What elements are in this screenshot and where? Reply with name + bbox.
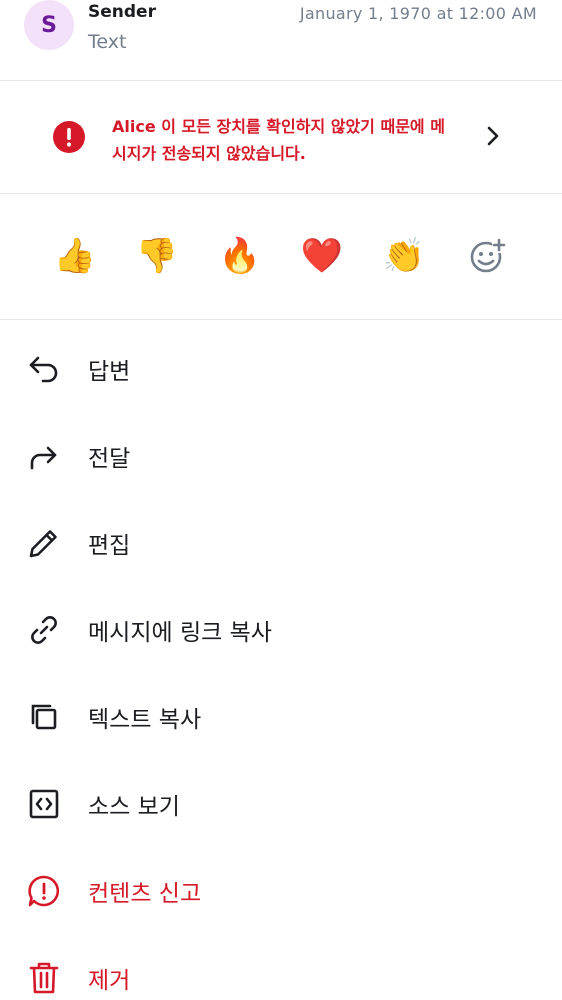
menu-item-report[interactable]: 컨텐츠 신고 bbox=[0, 842, 562, 929]
menu-label-forward: 전달 bbox=[88, 446, 131, 472]
menu-label-reply: 답변 bbox=[88, 359, 131, 385]
menu-label-remove: 제거 bbox=[88, 968, 131, 994]
reaction-clap[interactable]: 👏 bbox=[382, 234, 426, 278]
code-icon bbox=[29, 789, 59, 819]
pencil-icon bbox=[29, 530, 57, 558]
menu-label-copy-link: 메시지에 링크 복사 bbox=[88, 620, 272, 646]
emoji-add-icon[interactable] bbox=[467, 236, 507, 276]
menu-label-report: 컨텐츠 신고 bbox=[88, 881, 202, 907]
menu-item-copy-link[interactable]: 메시지에 링크 복사 bbox=[0, 581, 562, 668]
chevron-right-icon bbox=[487, 126, 499, 146]
alert-circle-icon bbox=[53, 121, 85, 153]
reply-icon bbox=[29, 356, 58, 383]
send-failure-text: Alice 이 모든 장치를 확인하지 않았기 때문에 메시지가 전송되지 않았… bbox=[112, 117, 445, 163]
reaction-thumbs-up[interactable]: 👍 bbox=[53, 234, 97, 278]
menu-item-reply[interactable]: 답변 bbox=[0, 320, 562, 407]
message-timestamp: January 1, 1970 at 12:00 AM bbox=[299, 4, 537, 23]
report-icon bbox=[28, 875, 60, 907]
menu-item-view-source[interactable]: 소스 보기 bbox=[0, 755, 562, 842]
menu-item-copy-text[interactable]: 텍스트 복사 bbox=[0, 668, 562, 755]
menu-item-edit[interactable]: 편집 bbox=[0, 494, 562, 581]
send-failure-banner[interactable]: Alice 이 모든 장치를 확인하지 않았기 때문에 메시지가 전송되지 않았… bbox=[0, 81, 562, 194]
reaction-fire[interactable]: 🔥 bbox=[218, 234, 262, 278]
quick-reactions: 👍 👎 🔥 ❤️ 👏 bbox=[0, 194, 562, 320]
menu-item-forward[interactable]: 전달 bbox=[0, 407, 562, 494]
trash-icon bbox=[29, 962, 59, 994]
reaction-thumbs-down[interactable]: 👎 bbox=[135, 234, 179, 278]
message-header: S Sender Text January 1, 1970 at 12:00 A… bbox=[0, 0, 562, 81]
avatar: S bbox=[24, 0, 74, 50]
forward-icon bbox=[30, 446, 57, 470]
copy-icon bbox=[31, 704, 57, 730]
menu-label-view-source: 소스 보기 bbox=[88, 794, 180, 820]
reaction-heart[interactable]: ❤️ bbox=[300, 234, 344, 278]
menu-label-copy-text: 텍스트 복사 bbox=[88, 707, 202, 733]
sender-name: Sender bbox=[88, 2, 156, 22]
menu-item-remove[interactable]: 제거 bbox=[0, 929, 562, 1000]
link-icon bbox=[31, 616, 57, 644]
message-preview: Text bbox=[88, 31, 127, 53]
message-action-sheet: S Sender Text January 1, 1970 at 12:00 A… bbox=[0, 0, 562, 1000]
menu-label-edit: 편집 bbox=[88, 533, 131, 559]
